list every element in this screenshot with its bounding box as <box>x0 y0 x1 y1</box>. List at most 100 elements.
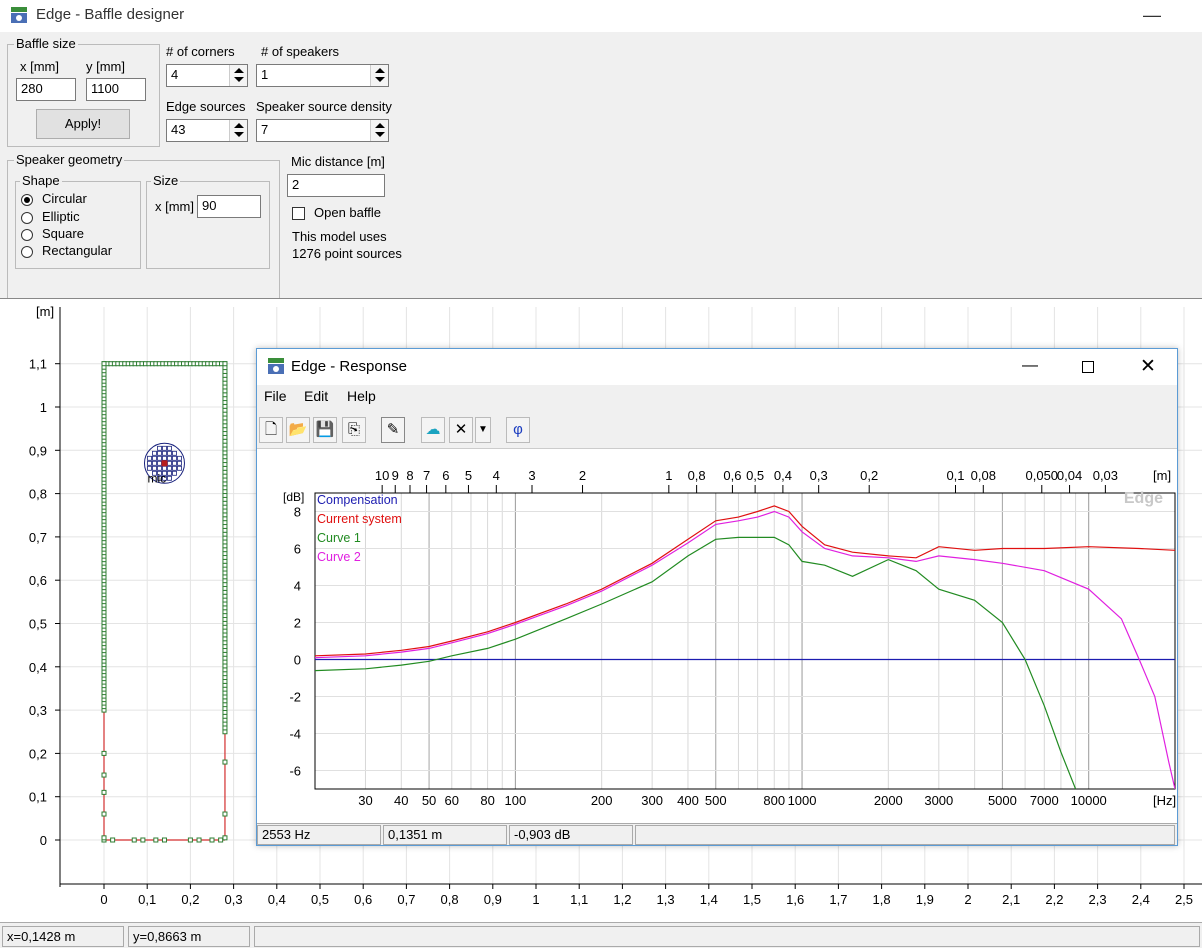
edge-sources-spinner[interactable]: 43 <box>166 119 248 142</box>
speaker-source-point <box>152 460 157 466</box>
x-tick-label: 2,1 <box>1002 892 1020 907</box>
delete-icon[interactable]: ✕ <box>449 417 473 443</box>
open-folder-icon[interactable]: 📂 <box>286 417 310 443</box>
speaker-source-point <box>177 460 182 466</box>
y-tick-label: 0 <box>40 833 47 848</box>
edge-source-point <box>222 835 228 841</box>
response-plot-area[interactable]: 8 6 4 2 0 -2 -4 -6 30 40 50 60 80 100 200 300 400 500 800 1… <box>257 449 1177 823</box>
speaker-source-point <box>177 455 182 461</box>
edge-source-point <box>153 837 159 843</box>
radio-rectangular[interactable] <box>21 246 33 258</box>
model-info-line2: 1276 point sources <box>292 246 402 261</box>
radio-square[interactable] <box>21 229 33 241</box>
speaker-source-point <box>172 460 177 466</box>
edge-source-point <box>110 837 116 843</box>
legend-item: Current system <box>317 512 402 526</box>
speaker-icon[interactable]: ☁ <box>421 417 445 443</box>
x-tick-label: 200 <box>591 793 613 808</box>
close-icon[interactable]: ✕ <box>1140 355 1156 378</box>
x-tick-label: 1000 <box>788 793 817 808</box>
speaker-source-point <box>167 445 172 451</box>
phase-icon[interactable]: φ <box>506 417 530 443</box>
speaker-source-point <box>157 450 162 456</box>
speaker-density-spin-arrows-icon[interactable] <box>370 120 388 141</box>
y-axis-label: [dB] <box>283 490 304 504</box>
legend-item: Curve 1 <box>317 531 361 545</box>
response-window[interactable]: Edge - Response — ✕ File Edit Help 🗋 📂 💾… <box>256 348 1178 846</box>
x-tick-label: 0,2 <box>181 892 199 907</box>
x-tick-label: 0 <box>100 892 107 907</box>
radio-circular[interactable] <box>21 194 33 206</box>
response-status-dist: 0,1351 m <box>383 825 507 845</box>
speaker-source-point <box>177 465 182 471</box>
top-tick-label: 0,2 <box>860 468 878 483</box>
x-tick-label: 1,2 <box>613 892 631 907</box>
edge-source-point <box>101 811 107 817</box>
open-baffle-checkbox[interactable] <box>292 207 305 220</box>
speaker-source-point <box>172 450 177 456</box>
apply-button[interactable]: Apply! <box>36 109 130 139</box>
speaker-source-point <box>157 460 162 466</box>
menu-edit[interactable]: Edit <box>304 388 328 404</box>
top-tick-label: 0,8 <box>688 468 706 483</box>
corners-spin-arrows-icon[interactable] <box>229 65 247 86</box>
corners-spinner[interactable]: 4 <box>166 64 248 87</box>
menu-file[interactable]: File <box>264 388 287 404</box>
maximize-icon[interactable] <box>1082 361 1094 373</box>
x-tick-label: 1,8 <box>873 892 891 907</box>
edge-watermark: Edge <box>1124 490 1163 507</box>
speaker-source-point <box>157 445 162 451</box>
menu-help[interactable]: Help <box>347 388 376 404</box>
response-title: Edge - Response <box>291 358 407 375</box>
new-file-icon[interactable]: 🗋 <box>259 417 283 443</box>
x-tick-label: 40 <box>394 793 408 808</box>
speaker-density-spinner[interactable]: 7 <box>256 119 389 142</box>
response-menubar: File Edit Help <box>257 385 1177 409</box>
baffle-y-input[interactable]: 1100 <box>86 78 146 101</box>
y-tick-label: 0,6 <box>29 573 47 588</box>
top-tick-label: 8 <box>406 468 413 483</box>
x-tick-label: 0,5 <box>311 892 329 907</box>
shape-square-label: Square <box>42 226 84 241</box>
dropdown-arrow-icon[interactable]: ▼ <box>475 417 491 443</box>
minimize-icon[interactable]: — <box>1022 357 1038 375</box>
speaker-density-value: 7 <box>261 122 269 137</box>
baffle-size-group: Baffle size x [mm] y [mm] 280 1100 Apply… <box>7 36 160 147</box>
size-x-input[interactable]: 90 <box>197 195 261 218</box>
edge-sources-spin-arrows-icon[interactable] <box>229 120 247 141</box>
baffle-x-input[interactable]: 280 <box>16 78 76 101</box>
series-line-curve-2 <box>315 510 1175 789</box>
control-panel: Baffle size x [mm] y [mm] 280 1100 Apply… <box>0 32 1202 305</box>
y-tick-label: 0,9 <box>29 443 47 458</box>
copy-icon[interactable]: ⎘ <box>342 417 366 443</box>
top-tick-label: 0,3 <box>810 468 828 483</box>
edge-sources-label: Edge sources <box>166 99 246 114</box>
size-x-label: x [mm] <box>155 199 194 214</box>
x-tick-label: 2,4 <box>1132 892 1150 907</box>
x-tick-label: 1,7 <box>829 892 847 907</box>
baffle-size-label: Baffle size <box>14 36 78 51</box>
speakers-spin-arrows-icon[interactable] <box>370 65 388 86</box>
speakers-spinner[interactable]: 1 <box>256 64 389 87</box>
x-mm-label: x [mm] <box>20 59 59 74</box>
x-tick-label: 2,3 <box>1089 892 1107 907</box>
minimize-icon[interactable]: — <box>1140 3 1164 27</box>
save-icon[interactable]: 💾 <box>313 417 337 443</box>
x-tick-label: 0,4 <box>268 892 286 907</box>
y-tick-label: 0,1 <box>29 790 47 805</box>
shape-elliptic-label: Elliptic <box>42 209 80 224</box>
speakers-value: 1 <box>261 67 269 82</box>
shape-circular-label: Circular <box>42 191 87 206</box>
radio-elliptic[interactable] <box>21 212 33 224</box>
edge-source-point <box>222 361 228 367</box>
pen-icon[interactable]: ✎ <box>381 417 405 443</box>
speaker-source-point <box>157 465 162 471</box>
mic-label: mic <box>147 471 166 485</box>
speaker-density-label: Speaker source density <box>256 99 392 114</box>
top-tick-label: 0,050 <box>1026 468 1059 483</box>
y-mm-label: y [mm] <box>86 59 125 74</box>
edge-app-icon <box>11 7 27 23</box>
response-chart[interactable]: 86420-2-4-630 40 50 60 80 100 200 300 400 500 800 1… <box>257 449 1177 823</box>
speaker-source-point <box>167 475 172 481</box>
mic-distance-input[interactable]: 2 <box>287 174 385 197</box>
